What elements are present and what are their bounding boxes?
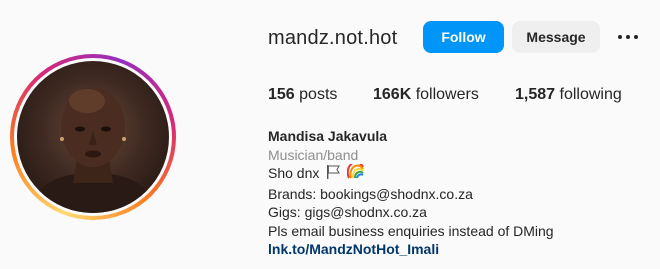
story-ring[interactable]: [10, 54, 176, 220]
bio-link[interactable]: lnk.to/MandzNotHot_Imali: [268, 240, 554, 259]
profile-username: mandz.not.hot: [268, 27, 398, 49]
category-label: Musician/band: [268, 146, 359, 163]
brands-contact: Brands: bookings@shodnx.co.za: [268, 185, 473, 202]
message-button[interactable]: Message: [512, 21, 600, 53]
white-flag-icon: [325, 164, 341, 185]
more-options-icon[interactable]: [614, 26, 642, 48]
avatar-photo: [27, 87, 159, 213]
dot: [618, 35, 622, 39]
gigs-contact: Gigs: gigs@shodnx.co.za: [268, 204, 427, 220]
followers-label: followers: [415, 86, 479, 103]
following-stat[interactable]: 1,587 following: [515, 86, 622, 104]
bio-text: Sho dnx: [268, 165, 320, 181]
followers-count: 166K: [373, 86, 412, 103]
rainbow-icon: [346, 161, 365, 185]
posts-label: posts: [299, 86, 338, 103]
posts-stat: 156 posts: [268, 86, 337, 104]
dot: [634, 35, 638, 39]
dot: [626, 35, 630, 39]
posts-count: 156: [268, 86, 295, 103]
follow-button[interactable]: Follow: [423, 21, 504, 53]
profile-bio: Mandisa Jakavula Musician/band Sho dnx B…: [268, 127, 554, 259]
following-label: following: [559, 86, 622, 103]
following-count: 1,587: [515, 86, 556, 103]
bio-note: Pls email business enquiries instead of …: [268, 222, 554, 239]
followers-stat[interactable]: 166K followers: [373, 86, 479, 104]
full-name: Mandisa Jakavula: [268, 128, 388, 144]
avatar[interactable]: [17, 61, 169, 213]
bio-line: Sho dnx: [268, 161, 554, 185]
